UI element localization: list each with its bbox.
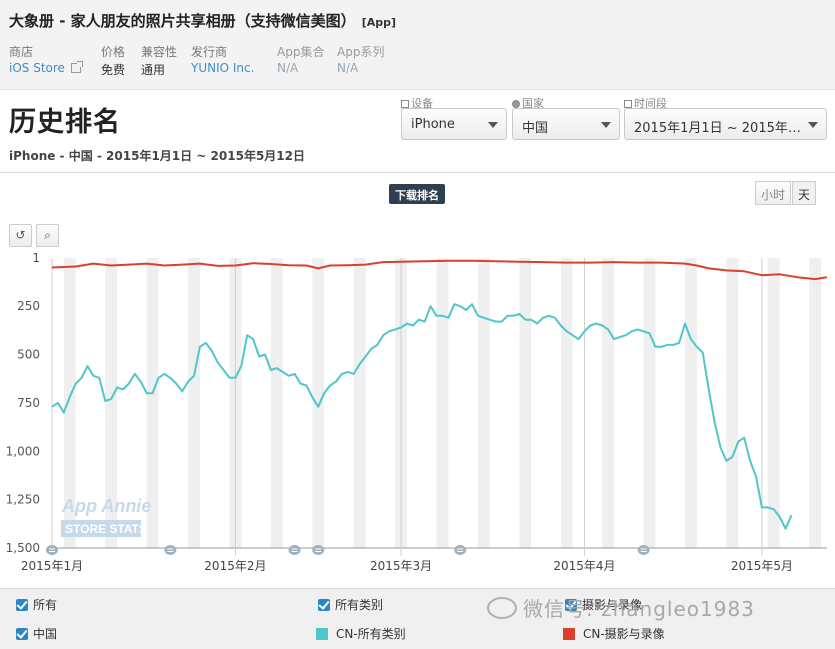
meta-collection-key[interactable]: App集合	[277, 43, 324, 60]
meta-publisher-link[interactable]: YUNIO Inc.	[191, 61, 254, 75]
globe-icon	[512, 100, 520, 108]
app-title: 大象册 - 家人朋友的照片共享相册（支持微信美图） [App]	[9, 10, 396, 31]
meta-store: 商店 iOS Store	[9, 43, 83, 75]
wechat-icon	[487, 597, 517, 619]
meta-price-key: 价格	[101, 45, 126, 59]
watermark-sub: STORE STATS	[65, 522, 147, 536]
series-swatch	[316, 628, 328, 640]
legend-series-cn-all[interactable]: CN-所有类别	[316, 625, 406, 642]
chevron-down-icon	[488, 122, 498, 128]
y-tick-label: 750	[17, 396, 40, 410]
x-tick-label: 2015年5月	[731, 559, 793, 573]
meta-publisher: 发行商 YUNIO Inc.	[191, 43, 254, 75]
weekend-band	[477, 258, 490, 548]
annotation-markers	[46, 545, 650, 555]
annotation-icon	[46, 545, 58, 555]
weekend-band	[602, 258, 615, 548]
zoom-button[interactable]: ⌕	[36, 224, 59, 247]
weekend-band	[188, 258, 200, 548]
y-axis: 1 250 500 750 1,000 1,250 1,500	[6, 251, 40, 555]
page-title: 历史排名	[9, 107, 121, 138]
rank-history-chart[interactable]: 1 250 500 750 1,000 1,250 1,500 2015年1月 2015年2月…	[0, 250, 835, 580]
y-tick-label: 1,250	[6, 493, 40, 507]
meta-compat-value: 通用	[141, 63, 166, 77]
weekend-band	[643, 258, 656, 548]
legend-check-all-categories[interactable]: 所有类别	[318, 596, 383, 613]
device-icon	[401, 100, 409, 108]
meta-price-value: 免费	[101, 63, 126, 77]
calendar-icon	[624, 100, 632, 108]
y-tick-label: 250	[17, 299, 40, 313]
app-title-text: 大象册 - 家人朋友的照片共享相册（支持微信美图）	[9, 12, 356, 30]
period-select[interactable]: 2015年1月1日 ~ 2015年5月12日	[624, 108, 827, 140]
weekend-band	[809, 258, 822, 548]
weekend-band	[726, 258, 739, 548]
app-type-tag: [App]	[361, 16, 397, 29]
chart-legend: 所有 所有类别 摄影与录像 中国 CN-所有类别 CN-摄影与录像 微信号: z…	[0, 588, 835, 649]
meta-series: App系列 N/A	[337, 43, 384, 75]
chevron-down-icon	[808, 122, 818, 128]
weekend-band	[270, 258, 283, 548]
meta-store-key: 商店	[9, 45, 34, 59]
annotation-icon	[312, 545, 325, 555]
x-tick-label: 2015年3月	[370, 559, 432, 573]
weekend-band	[519, 258, 532, 548]
annotation-icon	[454, 545, 467, 555]
meta-price: 价格 免费	[101, 43, 125, 78]
meta-collection: App集合 N/A	[277, 43, 324, 75]
reset-button[interactable]: ↺	[9, 224, 32, 247]
weekend-band	[436, 258, 449, 548]
meta-series-key[interactable]: App系列	[337, 43, 384, 60]
toggle-day[interactable]: 天	[792, 181, 817, 205]
weekend-band	[353, 258, 366, 548]
weekend-band	[685, 258, 697, 548]
meta-collection-value: N/A	[277, 61, 299, 75]
checkbox-icon[interactable]	[318, 599, 330, 611]
reset-icon: ↺	[15, 228, 26, 242]
chevron-down-icon	[601, 122, 611, 128]
meta-compat: 兼容性 通用	[141, 43, 177, 78]
series-line-cn-all-categories	[51, 303, 793, 530]
wechat-watermark: 微信号: zhangleo1983	[487, 593, 755, 622]
meta-series-value: N/A	[337, 61, 359, 75]
legend-check-china[interactable]: 中国	[16, 625, 57, 642]
legend-check-all[interactable]: 所有	[16, 596, 57, 613]
annotation-icon	[637, 545, 650, 555]
checkbox-icon[interactable]	[16, 628, 28, 640]
country-select[interactable]: 中国	[512, 108, 620, 140]
series-swatch	[563, 628, 575, 640]
download-rank-badge: 下载排名	[389, 184, 445, 204]
checkbox-icon[interactable]	[16, 599, 28, 611]
meta-compat-key: 兼容性	[141, 45, 178, 59]
annotation-icon	[288, 545, 301, 555]
annotation-icon	[164, 545, 177, 555]
y-tick-label: 500	[17, 348, 40, 362]
x-tick-label: 2015年4月	[553, 559, 615, 573]
toggle-hour[interactable]: 小时	[755, 181, 792, 205]
meta-publisher-key: 发行商	[191, 45, 228, 59]
weekend-band	[560, 258, 573, 548]
x-tick-label: 2015年2月	[204, 559, 266, 573]
legend-series-cn-photo[interactable]: CN-摄影与录像	[563, 625, 665, 642]
meta-store-link[interactable]: iOS Store	[9, 61, 83, 75]
x-tick-label: 2015年1月	[21, 559, 83, 573]
device-select[interactable]: iPhone	[401, 108, 507, 140]
page-subtitle: iPhone - 中国 - 2015年1月1日 ~ 2015年5月12日	[9, 149, 306, 163]
weekend-band	[767, 258, 780, 548]
app-header: 大象册 - 家人朋友的照片共享相册（支持微信美图） [App] 商店 iOS St…	[0, 0, 835, 90]
y-tick-label: 1,500	[6, 541, 40, 555]
external-link-icon[interactable]	[70, 61, 83, 73]
zoom-icon: ⌕	[44, 228, 51, 242]
watermark-brand: App Annie	[61, 496, 151, 516]
y-tick-label: 1	[32, 251, 40, 265]
weekend-band	[312, 258, 325, 548]
y-tick-label: 1,000	[6, 444, 40, 458]
